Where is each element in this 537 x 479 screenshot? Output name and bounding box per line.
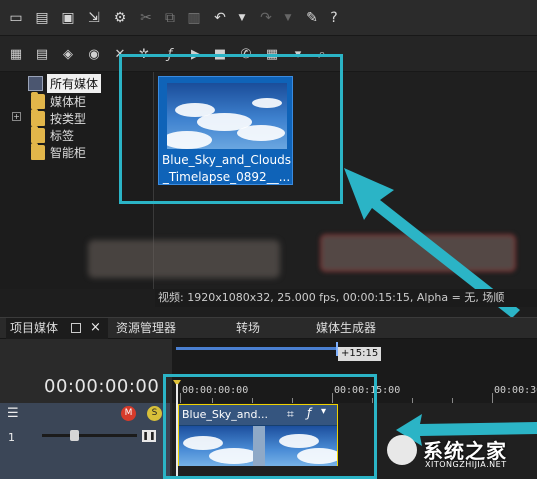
timecode-display[interactable]: 00:00:00:00 [44,376,159,397]
tree-item-label: 智能柜 [50,145,87,160]
timecode-panel: 00:00:00:00 [0,349,170,409]
gear-icon[interactable]: ⚙ [110,8,130,28]
watermark: 系统之家 XITONGZHIJIA.NET [387,431,537,479]
tab-media-generators[interactable]: 媒体生成器 [312,318,380,340]
undo-dropdown-icon[interactable]: ▼ [232,8,252,28]
watermark-url: XITONGZHIJIA.NET [425,460,507,469]
tab-dock-icon[interactable] [71,323,81,333]
mute-button[interactable]: M [121,406,136,421]
tab-label: 项目媒体 [10,321,59,335]
folder-icon [31,108,45,126]
mic-icon[interactable]: ✎ [302,8,322,28]
window-tabs: 项目媒体 × 资源管理器 转场 媒体生成器 [0,317,537,340]
new-project-icon[interactable]: ▭ [6,8,26,28]
tree-item-tags[interactable]: 标签 [31,125,75,144]
video-capture-icon[interactable]: ◈ [58,44,78,64]
level-slider[interactable] [42,434,137,437]
import-icon[interactable]: ▦ [6,44,26,64]
tree-item-by-type[interactable]: 按类型 [31,108,87,127]
tree-root-label: 所有媒体 [47,73,102,93]
level-slider-knob[interactable] [70,430,79,441]
redo-icon[interactable]: ↷ [256,8,276,28]
watermark-logo [387,435,417,465]
tab-explorer[interactable]: 资源管理器 [112,318,180,340]
solo-button[interactable]: S [147,406,162,421]
tree-root[interactable]: 所有媒体 [28,73,102,93]
save-icon[interactable]: ▣ [58,8,78,28]
tree-item-media-bins[interactable]: 媒体柜 [31,91,87,110]
capture-icon[interactable]: ▤ [32,44,52,64]
tree-item-label: 按类型 [50,111,87,126]
cut-icon[interactable]: ✂ [136,8,156,28]
export-icon[interactable]: ⇲ [84,8,104,28]
paste-icon[interactable]: ▥ [184,8,204,28]
main-toolbar: ▭ ▤ ▣ ⇲ ⚙ ✂ ⧉ ▥ ↶ ▼ ↷ ▼ ✎ ? [0,0,537,36]
folder-icon[interactable]: ▤ [32,8,52,28]
folder-icon [31,91,45,109]
bypass-button[interactable]: ❚❚ [142,430,156,442]
tab-label: 媒体生成器 [316,321,377,335]
duration-badge: +15:15 [338,347,382,361]
blurred-region [88,240,280,278]
expand-icon[interactable]: + [12,112,21,121]
tab-label: 转场 [236,321,261,335]
track-number: 1 [8,431,15,444]
media-properties-text: 视频: 1920x1080x32, 25.000 fps, 00:00:15:1… [155,289,537,307]
help-icon[interactable]: ? [324,8,344,28]
ruler-label: 00:00:30 [494,385,537,396]
folder-icon [31,125,45,143]
tree-item-smart-bins[interactable]: 智能柜 [31,142,87,161]
tab-transitions[interactable]: 转场 [232,318,264,340]
redo-dropdown-icon[interactable]: ▼ [278,8,298,28]
loop-region-bar[interactable] [176,347,336,350]
highlight-box [119,54,343,204]
copy-icon[interactable]: ⧉ [160,8,180,28]
highlight-box [163,374,377,479]
tree-item-label: 标签 [50,128,75,143]
tab-label: 资源管理器 [116,321,177,335]
tree-item-label: 媒体柜 [50,94,87,109]
tab-close-icon[interactable]: × [90,320,101,335]
folder-icon [31,142,45,160]
track-menu-icon[interactable]: ☰ [7,407,21,420]
undo-icon[interactable]: ↶ [210,8,230,28]
web-icon[interactable]: ◉ [84,44,104,64]
media-library-icon [28,75,43,91]
